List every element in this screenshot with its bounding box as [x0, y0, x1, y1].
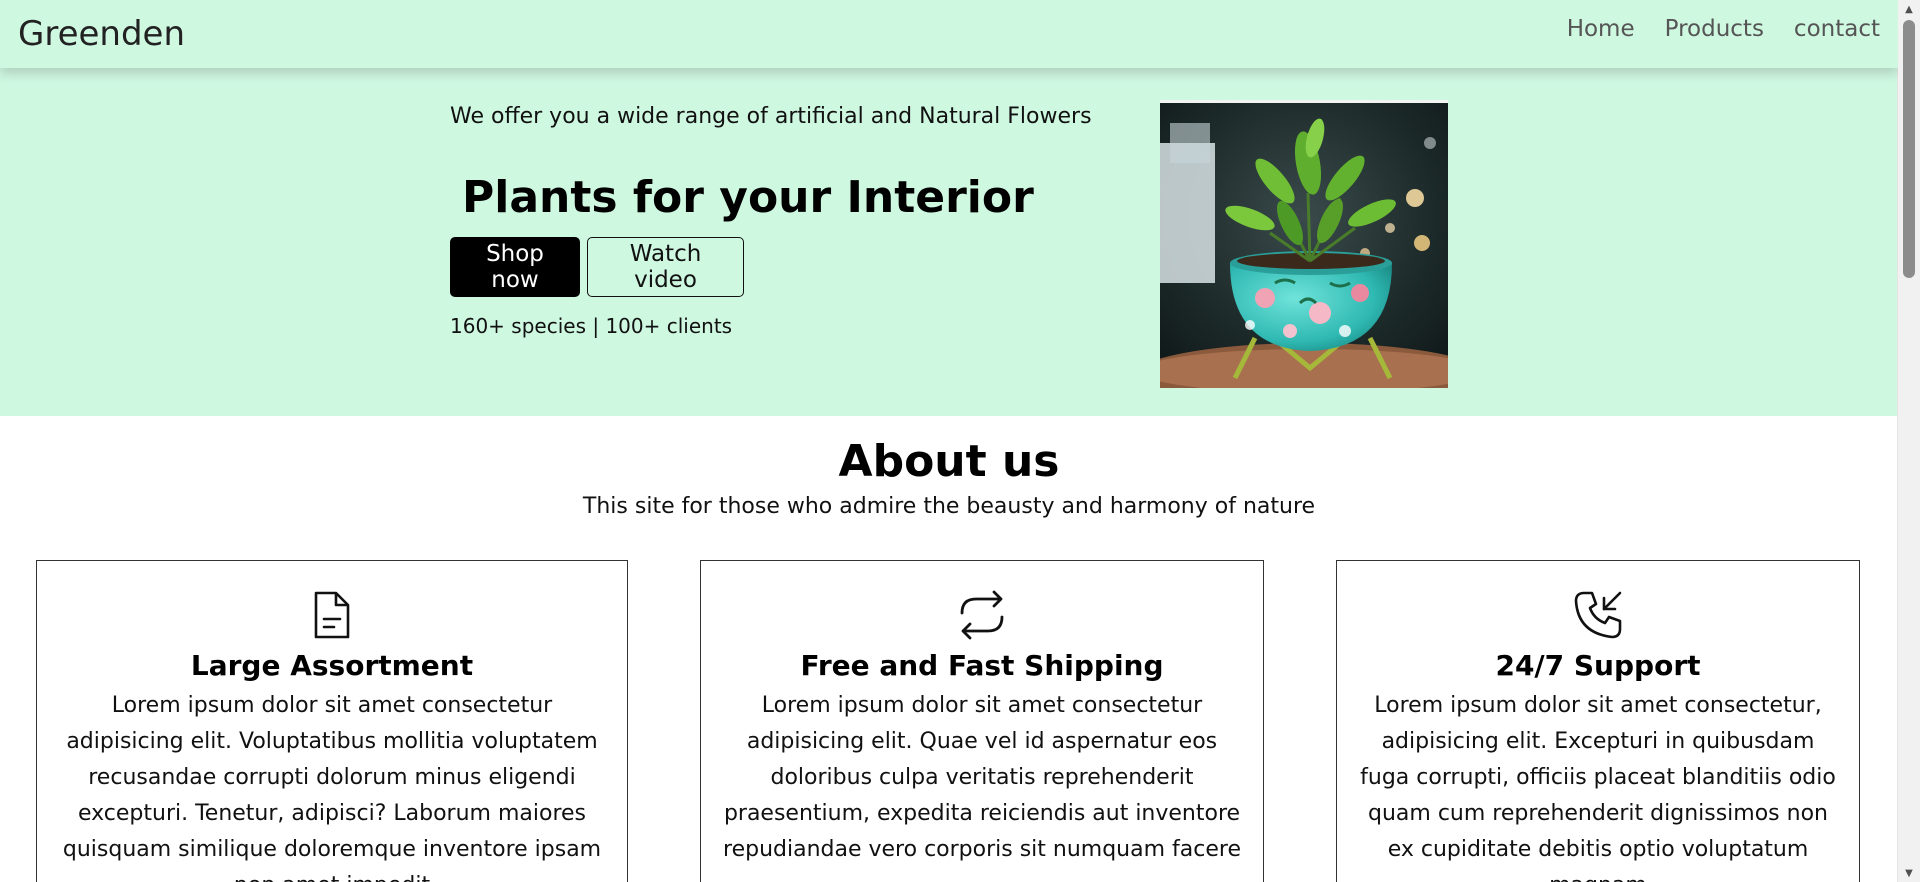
card-text: Lorem ipsum dolor sit amet consectetur, … [1360, 693, 1836, 882]
phone-incoming-icon [1574, 591, 1622, 639]
nav-link-products[interactable]: Products [1665, 16, 1764, 42]
hero-buttons: Shop now Watch video [450, 237, 744, 297]
about-subtitle: This site for those who admire the beaus… [582, 494, 1316, 519]
card-support: 24/7 Support Lorem ipsum dolor sit amet … [1336, 560, 1860, 882]
card-title: Free and Fast Shipping [800, 649, 1164, 682]
nav-link-contact[interactable]: contact [1794, 16, 1880, 42]
card-large-assortment: Large Assortment Lorem ipsum dolor sit a… [36, 560, 628, 882]
about-title: About us [838, 436, 1060, 487]
card-free-shipping: Free and Fast Shipping Lorem ipsum dolor… [700, 560, 1264, 882]
refresh-icon [960, 590, 1004, 640]
watch-video-button[interactable]: Watch video [587, 237, 744, 297]
navbar: Greenden Home Products contact [0, 0, 1898, 68]
plant-illustration [1160, 103, 1448, 388]
card-text: Lorem ipsum dolor sit amet consectetur a… [723, 693, 1241, 862]
shop-now-button[interactable]: Shop now [450, 237, 580, 297]
card-title: Large Assortment [190, 649, 474, 682]
card-title: 24/7 Support [1495, 649, 1701, 682]
nav-links: Home Products contact [1567, 16, 1880, 42]
card-text: Lorem ipsum dolor sit amet consectetur a… [62, 693, 602, 882]
plant-image [1160, 100, 1448, 388]
scroll-thumb[interactable] [1903, 20, 1915, 278]
brand-logo[interactable]: Greenden [18, 14, 185, 54]
hero-title: Plants for your Interior [462, 172, 1034, 223]
page: Greenden Home Products contact We offer … [0, 0, 1898, 882]
scroll-down-icon[interactable]: ▼ [1898, 864, 1920, 882]
hero-section: We offer you a wide range of artificial … [0, 68, 1898, 416]
hero-stats: 160+ species | 100+ clients [450, 314, 733, 338]
scroll-up-icon[interactable]: ▲ [1898, 0, 1920, 18]
document-icon [314, 591, 350, 639]
vertical-scrollbar[interactable]: ▲ ▼ [1897, 0, 1920, 882]
nav-link-home[interactable]: Home [1567, 16, 1635, 42]
hero-tagline: We offer you a wide range of artificial … [450, 104, 1092, 129]
